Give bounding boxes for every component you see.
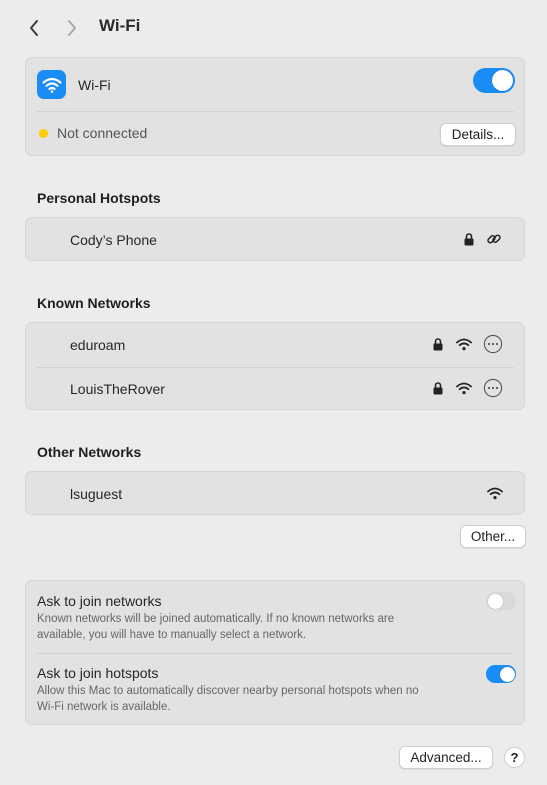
other-network-button[interactable]: Other... [460, 525, 526, 548]
more-icon[interactable] [483, 334, 503, 354]
page-title: Wi-Fi [99, 16, 141, 35]
chevron-right-icon [68, 20, 76, 36]
wifi-app-icon [37, 70, 66, 99]
wifi-signal-icon [486, 485, 504, 501]
divider [36, 653, 514, 654]
details-button[interactable]: Details... [440, 123, 516, 146]
toggle-knob [499, 666, 515, 682]
known-networks-list: eduroam LouisTheRover [25, 322, 525, 410]
status-dot-icon [39, 129, 48, 138]
chevron-left-icon [30, 20, 38, 36]
link-icon [485, 230, 503, 248]
divider [36, 111, 514, 112]
network-name: LouisTheRover [70, 381, 165, 397]
advanced-button[interactable]: Advanced... [399, 746, 493, 769]
ask-hotspots-description: Allow this Mac to automatically discover… [37, 685, 419, 697]
title-bar: Wi-Fi [0, 0, 547, 56]
lock-icon [432, 381, 444, 396]
help-button[interactable]: ? [504, 747, 525, 768]
ask-networks-description: available, you will have to manually sel… [37, 629, 307, 641]
toggle-knob [492, 70, 513, 91]
list-item[interactable]: lsuguest [26, 472, 524, 516]
other-networks-heading: Other Networks [37, 444, 142, 460]
ask-hotspots-description: Wi-Fi network is available. [37, 701, 171, 713]
network-name: lsuguest [70, 486, 123, 502]
wifi-card: Wi-Fi Not connected Details... [25, 57, 525, 156]
wifi-label: Wi-Fi [78, 77, 111, 93]
ask-networks-description: Known networks will be joined automatica… [37, 613, 395, 625]
other-networks-list: lsuguest [25, 471, 525, 515]
hotspot-name: Cody’s Phone [70, 232, 157, 248]
ask-networks-toggle[interactable] [486, 592, 516, 610]
lock-icon [432, 337, 444, 352]
list-item[interactable]: eduroam [26, 323, 524, 367]
ask-hotspots-toggle[interactable] [486, 665, 516, 683]
personal-hotspots-heading: Personal Hotspots [37, 190, 161, 206]
forward-button[interactable] [61, 16, 83, 40]
ask-networks-title: Ask to join networks [37, 593, 162, 609]
connection-status: Not connected [57, 125, 148, 141]
toggle-knob [487, 593, 503, 609]
more-icon[interactable] [483, 378, 503, 398]
personal-hotspots-list: Cody’s Phone [25, 217, 525, 261]
known-networks-heading: Known Networks [37, 295, 151, 311]
list-item[interactable]: Cody’s Phone [26, 218, 524, 262]
wifi-toggle[interactable] [473, 68, 515, 93]
list-item[interactable]: LouisTheRover [26, 367, 524, 411]
wifi-signal-icon [455, 336, 473, 352]
ask-hotspots-title: Ask to join hotspots [37, 665, 159, 681]
network-name: eduroam [70, 337, 126, 353]
lock-icon [463, 232, 475, 247]
back-button[interactable] [23, 16, 45, 40]
join-options-card: Ask to join networks Known networks will… [25, 580, 525, 725]
wifi-signal-icon [455, 380, 473, 396]
